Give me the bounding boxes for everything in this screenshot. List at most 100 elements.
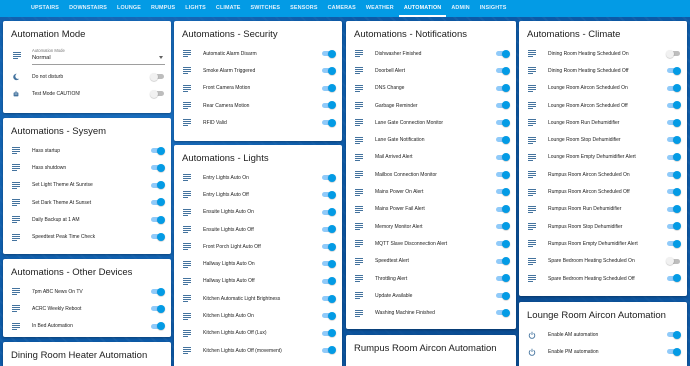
toggle-switch[interactable]: [495, 239, 510, 248]
toggle-switch[interactable]: [666, 135, 681, 144]
automation-icon: [355, 136, 363, 144]
toggle-switch[interactable]: [495, 118, 510, 127]
automation-row: Lounge Room Run Dehumidifier: [519, 114, 687, 131]
tab-rumpus[interactable]: RUMPUS: [146, 0, 180, 17]
automation-row: Mains Power Fail Alert: [346, 201, 516, 218]
toggle-switch[interactable]: [495, 101, 510, 110]
notifications-automation-list: Dishwasher Finished Doorbell Alert DNS Cha…: [346, 45, 516, 322]
toggle-switch[interactable]: [495, 222, 510, 231]
toggle-switch[interactable]: [321, 225, 336, 234]
toggle-switch[interactable]: [150, 198, 165, 207]
automation-icon: [183, 347, 191, 355]
toggle-switch[interactable]: [666, 49, 681, 58]
card-title: Automations - Lights: [182, 153, 269, 164]
toggle-switch[interactable]: [321, 101, 336, 110]
automation-row: Hass shutdown: [3, 159, 171, 176]
toggle-switch[interactable]: [495, 187, 510, 196]
toggle-switch[interactable]: [150, 232, 165, 241]
card-title: Lounge Room Aircon Automation: [527, 310, 666, 321]
toggle-switch[interactable]: [321, 242, 336, 251]
tab-climate[interactable]: CLIMATE: [211, 0, 246, 17]
toggle-switch[interactable]: [321, 118, 336, 127]
toggle-knob: [328, 277, 336, 286]
toggle-switch[interactable]: [666, 118, 681, 127]
automation-row: Lounge Room Stop Dehumidifier: [519, 131, 687, 148]
toggle-switch[interactable]: [495, 274, 510, 283]
toggle-switch[interactable]: [150, 287, 165, 296]
toggle-switch[interactable]: [666, 66, 681, 75]
automation-row: Mains Power On Alert: [346, 183, 516, 200]
toggle-switch[interactable]: [495, 135, 510, 144]
toggle-switch[interactable]: [666, 153, 681, 162]
tab-lights[interactable]: LIGHTS: [180, 0, 211, 17]
toggle-switch[interactable]: [150, 215, 165, 224]
automation-icon: [183, 174, 191, 182]
toggle-switch[interactable]: [321, 84, 336, 93]
toggle-knob: [502, 239, 510, 248]
toggle-switch[interactable]: [666, 330, 681, 339]
toggle-switch[interactable]: [321, 173, 336, 182]
toggle-switch[interactable]: [150, 304, 165, 313]
tab-downstairs[interactable]: DOWNSTAIRS: [64, 0, 112, 17]
toggle-switch[interactable]: [321, 346, 336, 355]
tab-insights[interactable]: INSIGHTS: [475, 0, 512, 17]
tab-lounge[interactable]: LOUNGE: [112, 0, 146, 17]
automation-icon: [528, 67, 536, 75]
automation-icon: [12, 305, 20, 313]
tab-upstairs[interactable]: UPSTAIRS: [26, 0, 64, 17]
toggle-switch[interactable]: [495, 170, 510, 179]
toggle-switch[interactable]: [321, 311, 336, 320]
card-title: Dining Room Heater Automation: [11, 350, 148, 361]
toggle-switch[interactable]: [321, 277, 336, 286]
toggle-switch[interactable]: [666, 274, 681, 283]
toggle-switch[interactable]: [666, 257, 681, 266]
tab-sensors[interactable]: SENSORS: [285, 0, 322, 17]
toggle-switch[interactable]: [321, 259, 336, 268]
toggle-knob: [328, 190, 336, 199]
toggle-switch[interactable]: [666, 222, 681, 231]
toggle-knob: [157, 146, 165, 155]
toggle-switch[interactable]: [150, 89, 165, 98]
toggle-switch[interactable]: [150, 322, 165, 331]
toggle-switch[interactable]: [495, 291, 510, 300]
toggle-switch[interactable]: [495, 49, 510, 58]
toggle-switch[interactable]: [666, 187, 681, 196]
toggle-switch[interactable]: [666, 84, 681, 93]
automation-row: Ensuite Lights Auto Off: [174, 221, 342, 238]
toggle-switch[interactable]: [321, 294, 336, 303]
toggle-switch[interactable]: [666, 205, 681, 214]
toggle-switch[interactable]: [150, 163, 165, 172]
automation-icon: [528, 240, 536, 248]
toggle-knob: [502, 291, 510, 300]
tab-automation[interactable]: AUTOMATION: [398, 0, 447, 17]
toggle-switch[interactable]: [666, 170, 681, 179]
tab-weather[interactable]: WEATHER: [361, 0, 399, 17]
toggle-switch[interactable]: [495, 66, 510, 75]
toggle-switch[interactable]: [495, 153, 510, 162]
toggle-knob: [666, 257, 674, 266]
toggle-switch[interactable]: [150, 181, 165, 190]
toggle-switch[interactable]: [666, 239, 681, 248]
toggle-switch[interactable]: [321, 208, 336, 217]
toggle-switch[interactable]: [495, 84, 510, 93]
automation-row: Hass startup: [3, 142, 171, 159]
toggle-switch[interactable]: [666, 347, 681, 356]
toggle-switch[interactable]: [495, 205, 510, 214]
toggle-switch[interactable]: [321, 66, 336, 75]
automation-mode-card: Automation Mode Automation Mode Normal D…: [3, 21, 171, 113]
toggle-switch[interactable]: [150, 72, 165, 81]
automation-row: Lane Gate Notification: [346, 131, 516, 148]
tab-switches[interactable]: SWITCHES: [246, 0, 286, 17]
toggle-switch[interactable]: [321, 49, 336, 58]
toggle-switch[interactable]: [321, 329, 336, 338]
toggle-switch[interactable]: [321, 190, 336, 199]
toggle-switch[interactable]: [495, 257, 510, 266]
toggle-switch[interactable]: [495, 308, 510, 317]
toggle-knob: [328, 49, 336, 58]
toggle-switch[interactable]: [666, 101, 681, 110]
tab-admin[interactable]: ADMIN: [446, 0, 474, 17]
automation-mode-select[interactable]: Automation Mode Normal: [3, 45, 171, 68]
toggle-switch[interactable]: [150, 146, 165, 155]
tab-cameras[interactable]: CAMERAS: [323, 0, 361, 17]
automation-icon: [528, 171, 536, 179]
